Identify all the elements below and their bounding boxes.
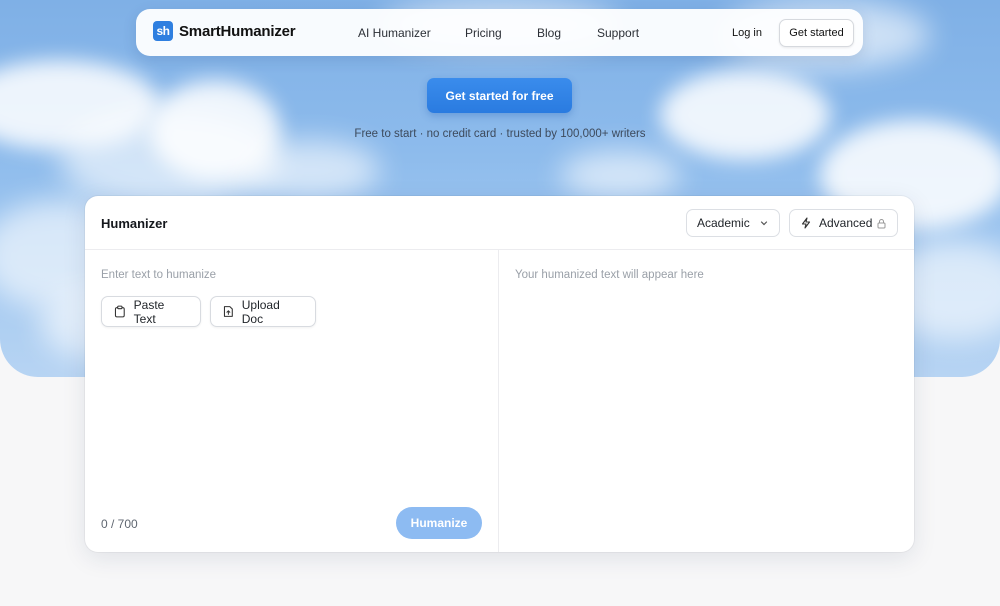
bolt-icon (800, 217, 812, 229)
advanced-label: Advanced (819, 216, 873, 230)
humanizer-title: Humanizer (101, 216, 168, 231)
upload-doc-label: Upload Doc (241, 297, 280, 326)
mode-select-value: Academic (697, 216, 750, 230)
output-placeholder: Your humanized text will appear here (515, 269, 704, 281)
brand-name: SmartHumanizer (179, 22, 296, 40)
character-counter: 0 / 700 (101, 517, 138, 531)
hero-tagline: Free to start · no credit card · trusted… (354, 128, 646, 140)
advanced-button[interactable]: Advanced (789, 209, 898, 237)
chevron-down-icon (759, 218, 769, 228)
input-placeholder[interactable]: Enter text to humanize (101, 269, 216, 281)
file-upload-icon (223, 306, 233, 317)
paste-text-button[interactable]: Paste Text (101, 296, 201, 327)
nav-link-pricing[interactable]: Pricing (465, 26, 502, 40)
humanizer-card: Humanizer Academic Advanced Enter text t… (85, 196, 914, 552)
logo-mark-icon: sh (153, 21, 173, 41)
nav-link-support[interactable]: Support (597, 26, 639, 40)
get-started-free-button[interactable]: Get started for free (427, 78, 572, 113)
upload-doc-button[interactable]: Upload Doc (210, 296, 316, 327)
paste-text-label: Paste Text (133, 297, 165, 326)
nav-link-ai-humanizer[interactable]: AI Humanizer (358, 26, 431, 40)
brand-logo[interactable]: sh SmartHumanizer (153, 21, 296, 41)
clipboard-icon (114, 305, 125, 318)
humanizer-header: Humanizer Academic Advanced (85, 196, 914, 250)
nav-link-blog[interactable]: Blog (537, 26, 561, 40)
mode-select[interactable]: Academic (686, 209, 780, 237)
login-link[interactable]: Log in (732, 27, 762, 39)
nav-get-started-button[interactable]: Get started (779, 19, 854, 47)
panel-divider (498, 250, 499, 552)
lock-icon (876, 218, 887, 229)
humanize-button[interactable]: Humanize (396, 507, 482, 539)
top-navbar: sh SmartHumanizer AI Humanizer Pricing B… (136, 9, 863, 56)
